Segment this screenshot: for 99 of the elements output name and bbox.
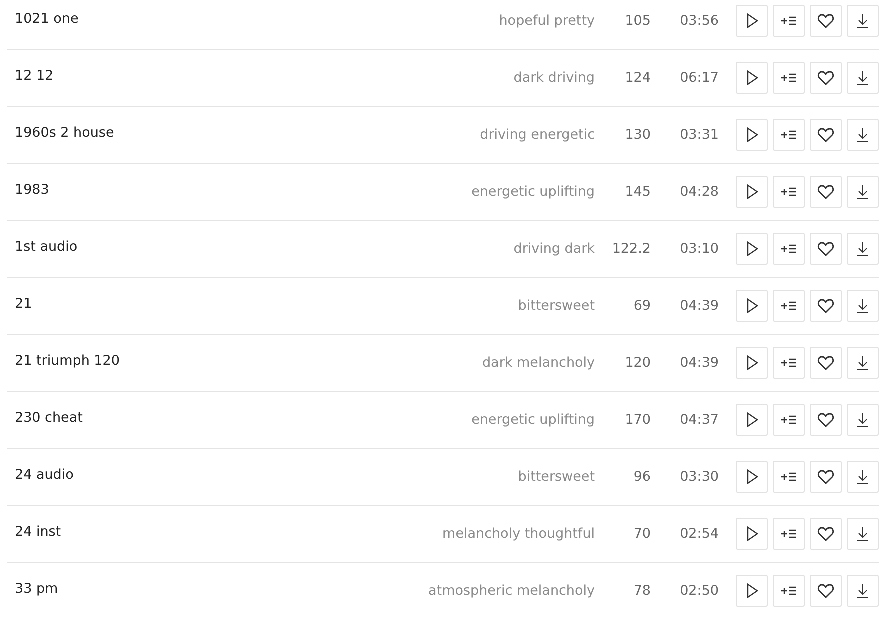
favorite-button[interactable]	[810, 119, 842, 151]
download-button[interactable]	[847, 119, 879, 151]
track-duration: 03:10	[679, 241, 719, 257]
add-to-playlist-button[interactable]	[773, 347, 805, 379]
favorite-button[interactable]	[810, 518, 842, 550]
track-duration: 03:30	[679, 469, 719, 485]
play-button[interactable]	[736, 575, 768, 607]
track-tags: energetic uplifting	[472, 184, 595, 200]
play-button[interactable]	[736, 347, 768, 379]
track-bpm: 170	[624, 412, 651, 428]
track-title: 1021 one	[14, 11, 80, 27]
download-button[interactable]	[847, 5, 879, 37]
track-title: 1960s 2 house	[14, 125, 116, 141]
track-title: 1983	[14, 182, 50, 198]
add-to-playlist-button[interactable]	[773, 119, 805, 151]
favorite-button[interactable]	[810, 5, 842, 37]
play-button[interactable]	[736, 290, 768, 322]
heart-icon	[817, 183, 835, 201]
download-button[interactable]	[847, 233, 879, 265]
track-bpm: 130	[624, 127, 651, 143]
track-title: 24 audio	[14, 467, 75, 483]
track-title: 12 12	[14, 68, 55, 84]
play-button[interactable]	[736, 404, 768, 436]
add-to-playlist-button[interactable]	[773, 518, 805, 550]
play-button[interactable]	[736, 233, 768, 265]
track-bpm: 122.2	[611, 241, 651, 257]
track-bpm: 120	[624, 355, 651, 371]
track-duration: 04:39	[679, 355, 719, 371]
download-button[interactable]	[847, 62, 879, 94]
play-button[interactable]	[736, 176, 768, 208]
heart-icon	[817, 525, 835, 543]
download-button[interactable]	[847, 404, 879, 436]
track-tags: melancholy thoughtful	[442, 526, 595, 542]
heart-icon	[817, 468, 835, 486]
track-title: 21 triumph 120	[14, 353, 121, 369]
track-bpm: 70	[632, 526, 651, 542]
track-duration: 03:56	[679, 13, 719, 29]
track-duration: 03:31	[679, 127, 719, 143]
favorite-button[interactable]	[810, 404, 842, 436]
add-to-playlist-button[interactable]	[773, 233, 805, 265]
track-tags: bittersweet	[518, 469, 595, 485]
heart-icon	[817, 297, 835, 315]
track-duration: 04:28	[679, 184, 719, 200]
download-button[interactable]	[847, 575, 879, 607]
add-to-playlist-button[interactable]	[773, 461, 805, 493]
add-to-playlist-button[interactable]	[773, 404, 805, 436]
track-tags: driving energetic	[480, 127, 595, 143]
track-bpm: 69	[632, 298, 651, 314]
play-button[interactable]	[736, 62, 768, 94]
favorite-button[interactable]	[810, 233, 842, 265]
track-tags: dark melancholy	[482, 355, 595, 371]
play-button[interactable]	[736, 518, 768, 550]
favorite-button[interactable]	[810, 62, 842, 94]
heart-icon	[817, 354, 835, 372]
heart-icon	[817, 69, 835, 87]
download-button[interactable]	[847, 347, 879, 379]
track-tags: dark driving	[514, 70, 595, 86]
track-tags: bittersweet	[518, 298, 595, 314]
favorite-button[interactable]	[810, 290, 842, 322]
heart-icon	[817, 411, 835, 429]
heart-icon	[817, 582, 835, 600]
heart-icon	[817, 126, 835, 144]
add-to-playlist-button[interactable]	[773, 62, 805, 94]
track-tags: atmospheric melancholy	[428, 583, 595, 599]
track-tags: energetic uplifting	[472, 412, 595, 428]
track-tags: driving dark	[514, 241, 595, 257]
play-button[interactable]	[736, 461, 768, 493]
favorite-button[interactable]	[810, 461, 842, 493]
add-to-playlist-button[interactable]	[773, 5, 805, 37]
heart-icon	[817, 240, 835, 258]
favorite-button[interactable]	[810, 347, 842, 379]
track-title: 33 pm	[14, 581, 60, 597]
favorite-button[interactable]	[810, 575, 842, 607]
track-duration: 04:39	[679, 298, 719, 314]
track-bpm: 145	[624, 184, 651, 200]
track-duration: 02:50	[679, 583, 719, 599]
favorite-button[interactable]	[810, 176, 842, 208]
download-button[interactable]	[847, 176, 879, 208]
track-duration: 02:54	[679, 526, 719, 542]
add-to-playlist-button[interactable]	[773, 176, 805, 208]
track-duration: 06:17	[679, 70, 719, 86]
track-tags: hopeful pretty	[499, 13, 595, 29]
track-bpm: 124	[624, 70, 651, 86]
track-bpm: 78	[632, 583, 651, 599]
track-duration: 04:37	[679, 412, 719, 428]
download-button[interactable]	[847, 290, 879, 322]
track-title: 1st audio	[14, 239, 79, 255]
play-button[interactable]	[736, 119, 768, 151]
download-button[interactable]	[847, 518, 879, 550]
track-title: 21	[14, 296, 34, 312]
heart-icon	[817, 12, 835, 30]
track-title: 230 cheat	[14, 410, 84, 426]
download-button[interactable]	[847, 461, 879, 493]
track-bpm: 96	[632, 469, 651, 485]
track-title: 24 inst	[14, 524, 62, 540]
track-bpm: 105	[624, 13, 651, 29]
add-to-playlist-button[interactable]	[773, 575, 805, 607]
play-button[interactable]	[736, 5, 768, 37]
add-to-playlist-button[interactable]	[773, 290, 805, 322]
